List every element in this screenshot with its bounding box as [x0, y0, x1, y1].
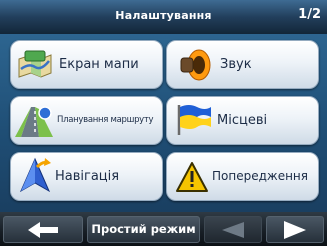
- previous-page-button[interactable]: [204, 216, 262, 243]
- route-planning-label: Планування маршруту: [57, 115, 154, 125]
- page-title: Налаштування: [115, 9, 212, 22]
- warnings-label: Попередження: [212, 169, 308, 183]
- route-planning-button[interactable]: Планування маршруту: [10, 96, 163, 145]
- speaker-icon: [180, 49, 211, 81]
- navigation-button[interactable]: Навігація: [10, 152, 163, 201]
- page-indicator: 1/2: [298, 7, 321, 22]
- footer-bar: Простий режим: [0, 212, 327, 246]
- navigation-arrow-icon: [19, 157, 51, 193]
- ukraine-flag-icon: [177, 105, 211, 135]
- next-page-button[interactable]: [266, 216, 324, 243]
- route-planning-icon: [15, 106, 53, 137]
- back-button[interactable]: [3, 216, 83, 243]
- warning-icon: [176, 162, 208, 192]
- sound-label: Звук: [220, 57, 252, 72]
- warnings-button[interactable]: Попередження: [166, 152, 319, 201]
- settings-grid: Екран мапи Звук Планування маршруту Місц…: [0, 34, 327, 212]
- triangle-right-icon: [284, 220, 306, 239]
- map-screen-label: Екран мапи: [59, 57, 139, 72]
- arrow-left-icon: [28, 221, 58, 238]
- regional-label: Місцеві: [217, 113, 268, 128]
- map-screen-icon: [18, 50, 52, 78]
- triangle-left-icon: [222, 221, 244, 238]
- navigation-label: Навігація: [55, 169, 120, 184]
- sound-button[interactable]: Звук: [166, 40, 319, 89]
- map-screen-button[interactable]: Екран мапи: [10, 40, 163, 89]
- regional-button[interactable]: Місцеві: [166, 96, 319, 145]
- simple-mode-button[interactable]: Простий режим: [87, 216, 200, 243]
- header-bar: Налаштування 1/2: [0, 0, 327, 35]
- simple-mode-label: Простий режим: [91, 222, 196, 236]
